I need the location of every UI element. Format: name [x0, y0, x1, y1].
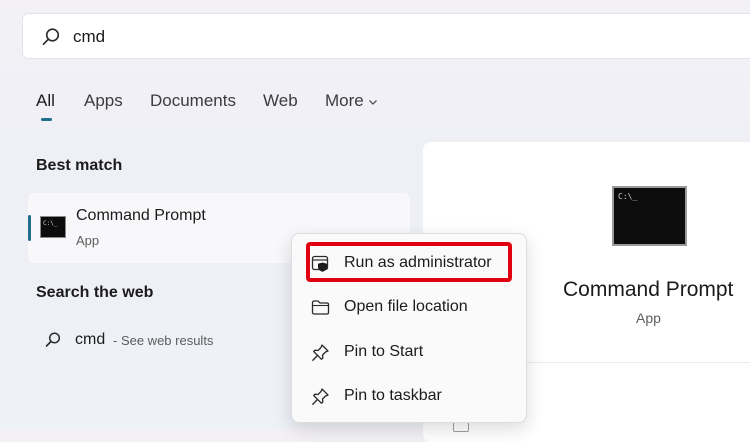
search-web-heading: Search the web	[36, 284, 154, 301]
tab-more[interactable]: More	[325, 90, 378, 112]
tab-web[interactable]: Web	[263, 90, 298, 112]
menu-label-open-file-location: Open file location	[344, 298, 468, 315]
menu-label-run-as-administrator: Run as administrator	[344, 254, 492, 271]
menu-label-pin-to-start: Pin to Start	[344, 343, 424, 360]
folder-icon	[311, 300, 330, 315]
command-prompt-large-icon: C:\_	[612, 186, 687, 246]
command-prompt-icon-text: C:\_	[43, 220, 58, 227]
context-menu: Run as administrator Open file location …	[291, 233, 527, 423]
web-search-suffix: - See web results	[113, 333, 214, 348]
selection-indicator	[28, 215, 31, 241]
tab-apps[interactable]: Apps	[84, 90, 123, 112]
search-input[interactable]: cmd	[73, 26, 105, 48]
tab-active-indicator	[41, 118, 52, 121]
search-icon	[45, 332, 61, 347]
menu-item-pin-to-taskbar[interactable]: Pin to taskbar	[300, 378, 518, 414]
pin-icon	[312, 344, 329, 361]
command-prompt-large-icon-text: C:\_	[618, 192, 638, 201]
preview-subtitle: App	[636, 310, 661, 326]
preview-title: Command Prompt	[563, 278, 734, 301]
command-prompt-icon: C:\_	[40, 216, 66, 238]
best-match-heading: Best match	[36, 157, 123, 174]
open-icon	[453, 422, 469, 432]
best-match-subtitle: App	[76, 233, 100, 248]
tab-all[interactable]: All	[36, 90, 55, 112]
shield-window-icon	[311, 255, 329, 272]
search-bar[interactable]: cmd	[22, 13, 750, 59]
pin-icon	[312, 388, 329, 405]
menu-item-run-as-administrator[interactable]: Run as administrator	[300, 245, 518, 281]
tab-more-label: More	[325, 91, 364, 110]
web-search-term: cmd	[75, 331, 106, 348]
menu-item-pin-to-start[interactable]: Pin to Start	[300, 334, 518, 370]
tab-documents[interactable]: Documents	[150, 90, 236, 112]
search-icon	[42, 28, 60, 46]
best-match-title: Command Prompt	[76, 207, 206, 224]
chevron-down-icon	[368, 99, 377, 105]
menu-label-pin-to-taskbar: Pin to taskbar	[344, 387, 442, 404]
menu-item-open-file-location[interactable]: Open file location	[300, 289, 518, 325]
